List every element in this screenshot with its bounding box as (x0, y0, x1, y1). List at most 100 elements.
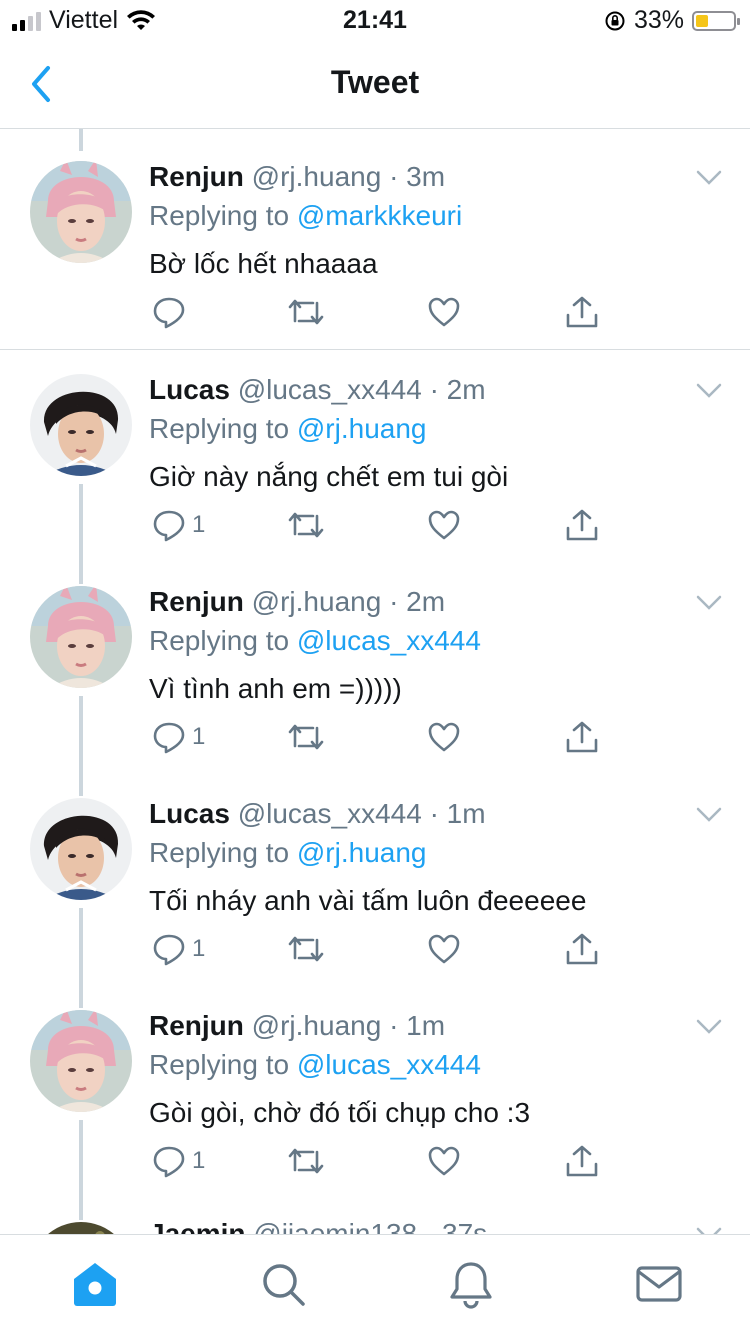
retweet-button[interactable] (287, 295, 325, 329)
avatar-renjun[interactable] (30, 161, 132, 263)
reply-icon (153, 297, 185, 329)
replying-prefix: Replying to (149, 1049, 290, 1080)
tweet-actions: 1 (0, 1144, 750, 1184)
share-icon (566, 509, 598, 541)
reply-button[interactable] (152, 295, 192, 329)
display-name[interactable]: Lucas (149, 798, 230, 829)
like-button[interactable] (427, 932, 461, 966)
tweet[interactable]: Lucas @lucas_xx444 · 2m Replying to @rj.… (0, 350, 750, 562)
heart-icon (428, 1146, 460, 1176)
tweet-actions: 1 (0, 932, 750, 972)
display-name[interactable]: Renjun (149, 586, 244, 617)
handle[interactable]: @jjaemin138 (253, 1218, 417, 1234)
reply-button[interactable]: 1 (152, 932, 205, 966)
tweet-header: Lucas @lucas_xx444 · 1m (149, 798, 486, 830)
replying-to: Replying to @lucas_xx444 (149, 625, 481, 657)
chevron-down-icon[interactable] (696, 1018, 722, 1036)
retweet-button[interactable] (287, 932, 325, 966)
tweet-text: Vì tình anh em =))))) (149, 673, 402, 704)
retweet-icon (288, 512, 324, 538)
chevron-down-icon[interactable] (696, 806, 722, 824)
tweet-header: Renjun @rj.huang · 2m (149, 586, 445, 618)
replying-prefix: Replying to (149, 837, 290, 868)
chevron-down-icon[interactable] (696, 382, 722, 400)
replying-prefix: Replying to (149, 200, 290, 231)
handle[interactable]: @lucas_xx444 (238, 798, 422, 829)
avatar-lucas[interactable] (30, 798, 132, 900)
tweet-text: Giờ này nắng chết em tui gòi (149, 461, 509, 492)
reply-count: 1 (192, 511, 206, 538)
tweet-header: Renjun @rj.huang · 3m (149, 161, 445, 193)
page-title: Tweet (330, 64, 420, 100)
display-name[interactable]: Renjun (149, 1010, 244, 1041)
timestamp: · 1m (389, 1010, 446, 1041)
orientation-lock-icon (605, 11, 625, 30)
chevron-down-icon[interactable] (696, 1226, 722, 1234)
retweet-icon (288, 1148, 324, 1174)
timestamp: · 1m (429, 798, 486, 829)
replying-to-handle[interactable]: @lucas_xx444 (297, 1049, 481, 1080)
retweet-icon (288, 936, 324, 962)
tweet-text: Gòi gòi, chờ đó tối chụp cho :3 (149, 1097, 531, 1128)
avatar-jaemin[interactable] (30, 1222, 132, 1234)
reply-button[interactable]: 1 (152, 720, 205, 754)
handle[interactable]: @rj.huang (252, 1010, 382, 1041)
display-name[interactable]: Jaemin (149, 1218, 246, 1234)
share-button[interactable] (565, 932, 599, 966)
handle[interactable]: @rj.huang (252, 586, 382, 617)
avatar-lucas[interactable] (30, 374, 132, 476)
tweet[interactable]: Jaemin @jjaemin138 · 37s (0, 1198, 750, 1234)
replying-to: Replying to @lucas_xx444 (149, 1049, 481, 1081)
replying-to-handle[interactable]: @markkkeuri (297, 200, 462, 231)
share-button[interactable] (565, 1144, 599, 1178)
like-button[interactable] (427, 1144, 461, 1178)
replying-to-handle[interactable]: @lucas_xx444 (297, 625, 481, 656)
tab-bar (0, 1234, 750, 1335)
share-button[interactable] (565, 720, 599, 754)
replying-to-handle[interactable]: @rj.huang (297, 413, 427, 444)
home-icon[interactable] (70, 1259, 120, 1309)
tweet[interactable]: Renjun @rj.huang · 2m Replying to @lucas… (0, 562, 750, 774)
replying-to: Replying to @rj.huang (149, 413, 426, 445)
bell-icon[interactable] (446, 1259, 496, 1309)
replying-prefix: Replying to (149, 413, 290, 444)
avatar-renjun[interactable] (30, 586, 132, 688)
retweet-button[interactable] (287, 1144, 325, 1178)
like-button[interactable] (427, 720, 461, 754)
share-button[interactable] (565, 295, 599, 329)
status-bar: Viettel 21:41 33% (0, 0, 750, 40)
display-name[interactable]: Lucas (149, 374, 230, 405)
avatar-renjun[interactable] (30, 1010, 132, 1112)
retweet-button[interactable] (287, 720, 325, 754)
share-button[interactable] (565, 508, 599, 542)
replying-to-handle[interactable]: @rj.huang (297, 837, 427, 868)
handle[interactable]: @rj.huang (252, 161, 382, 192)
replying-to: Replying to @rj.huang (149, 837, 426, 869)
like-button[interactable] (427, 508, 461, 542)
reply-button[interactable]: 1 (152, 1144, 205, 1178)
mail-icon[interactable] (634, 1259, 684, 1309)
retweet-button[interactable] (287, 508, 325, 542)
tweet[interactable]: Lucas @lucas_xx444 · 1m Replying to @rj.… (0, 774, 750, 986)
tweet[interactable]: Renjun @rj.huang · 3m Replying to @markk… (0, 129, 750, 350)
like-button[interactable] (427, 295, 461, 329)
chevron-down-icon[interactable] (696, 594, 722, 612)
thread-line (79, 1198, 83, 1220)
tweet-thread: Renjun @rj.huang · 3m Replying to @markk… (0, 129, 750, 1234)
search-icon[interactable] (258, 1259, 308, 1309)
thread-line (79, 774, 83, 796)
reply-button[interactable]: 1 (152, 508, 205, 542)
reply-count: 1 (192, 935, 206, 962)
replying-prefix: Replying to (149, 625, 290, 656)
heart-icon (428, 297, 460, 327)
chevron-down-icon[interactable] (696, 169, 722, 187)
tweet-actions (0, 295, 750, 335)
tweet[interactable]: Renjun @rj.huang · 1m Replying to @lucas… (0, 986, 750, 1198)
battery-icon (692, 10, 740, 31)
handle[interactable]: @lucas_xx444 (238, 374, 422, 405)
heart-icon (428, 510, 460, 540)
thread-line (79, 129, 83, 151)
display-name[interactable]: Renjun (149, 161, 244, 192)
thread-line (79, 562, 83, 584)
timestamp: · 2m (429, 374, 486, 405)
